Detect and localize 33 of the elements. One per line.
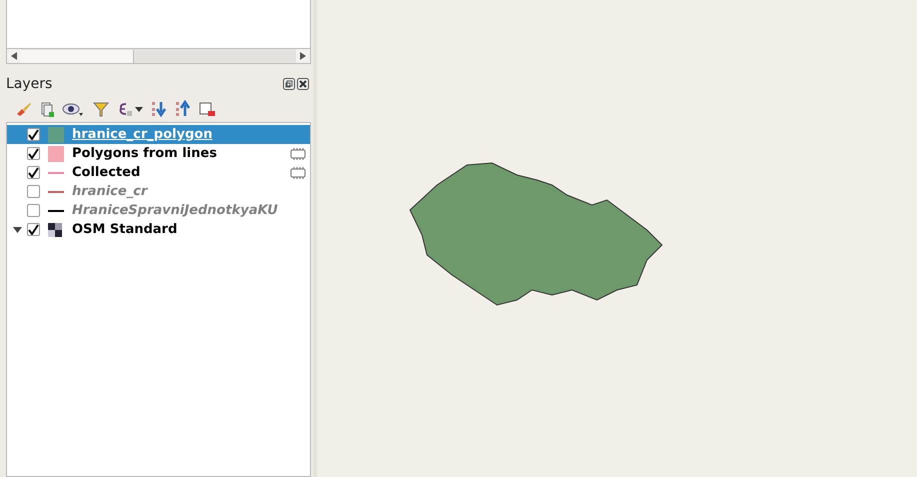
layer-row[interactable]: OSM Standard [7,220,310,239]
layer-name: hranice_cr [72,184,148,199]
layer-row[interactable]: HraniceSpravniJednotkyaKU [7,201,310,220]
checkbox[interactable] [27,147,40,160]
map-canvas[interactable] [317,0,917,477]
scroll-right-icon[interactable] [296,49,310,63]
checkbox[interactable] [27,204,40,217]
remove-layer-icon[interactable] [198,100,216,118]
checkbox[interactable] [27,128,40,141]
expand-arrow-icon[interactable] [12,226,22,232]
expand-all-icon[interactable] [150,100,168,118]
layer-name: Collected [72,165,140,180]
layer-row[interactable]: Polygons from lines [7,144,310,163]
float-icon[interactable] [283,78,295,90]
collapse-all-icon[interactable] [174,100,192,118]
horizontal-scrollbar[interactable] [7,48,310,63]
layer-row[interactable]: hranice_cr_polygon [7,125,310,144]
layer-name: HraniceSpravniJednotkyaKU [72,203,278,218]
temporary-layer-icon[interactable] [290,148,306,160]
checkbox[interactable] [27,166,40,179]
filter-icon[interactable] [92,100,110,118]
close-icon[interactable] [297,78,309,90]
layer-row[interactable]: hranice_cr [7,182,310,201]
panel-title: Layers [6,76,52,92]
raster-symbol-icon [48,222,62,236]
layer-name: Polygons from lines [72,146,217,161]
checkbox[interactable] [27,185,40,198]
temporary-layer-icon[interactable] [290,166,306,178]
checkbox[interactable] [27,223,40,236]
layer-row[interactable]: Collected [7,163,310,182]
scroll-left-icon[interactable] [7,49,21,63]
layer-name: OSM Standard [72,222,178,237]
layer-name: hranice_cr_polygon [72,127,212,142]
